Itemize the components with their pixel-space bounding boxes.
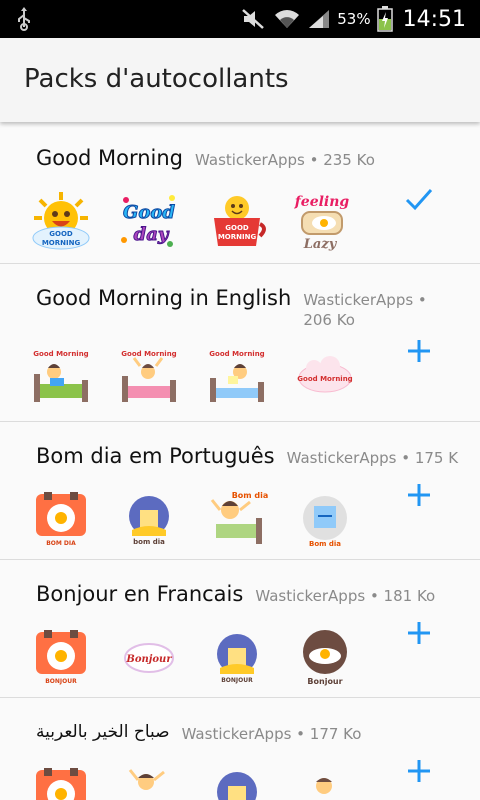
sticker-bom-dia-wake: Bom dia (206, 488, 268, 550)
svg-text:BOM DIA: BOM DIA (46, 540, 76, 547)
sticker-morning-stretch: Good Morning (118, 346, 180, 408)
sticker-bom-dia-breakfast: BOM DIA (30, 488, 92, 550)
svg-text:GOOD: GOOD (225, 224, 249, 232)
added-check-icon[interactable] (402, 182, 436, 216)
clock: 14:51 (402, 6, 466, 32)
sticker-arabic-cup (206, 764, 268, 800)
svg-text:Bom dia: Bom dia (232, 491, 268, 500)
sticker-sun-good-morning: GOOD MORNING (30, 190, 92, 252)
pack-name: Bom dia em Português (36, 444, 275, 468)
svg-text:MORNING: MORNING (218, 233, 257, 241)
svg-text:Lazy: Lazy (303, 237, 338, 252)
svg-text:Bom dia: Bom dia (309, 540, 341, 548)
sticker-text: GOOD (49, 230, 73, 238)
mute-icon (241, 8, 267, 30)
sticker-morning-read: Good Morning (206, 346, 268, 408)
sticker-pack-item[interactable]: Bonjour en Francais WastickerApps • 181 … (0, 560, 480, 698)
battery-percent: 53% (337, 10, 371, 28)
wifi-icon (273, 8, 301, 30)
add-icon[interactable] (402, 754, 436, 788)
add-icon[interactable] (402, 478, 436, 512)
svg-text:Good Morning: Good Morning (33, 350, 88, 358)
pack-meta: WastickerApps • 177 Ko (181, 725, 362, 743)
battery-icon (376, 6, 393, 32)
svg-text:day: day (134, 224, 170, 245)
pack-header: Bonjour en Francais WastickerApps • 181 … (36, 582, 460, 606)
sticker-good-day: Good day (118, 190, 180, 252)
pack-header: Bom dia em Português WastickerApps • 175… (36, 444, 460, 468)
sticker-preview-row: GOOD MORNING Good day GOOD MORNING feeli… (30, 190, 356, 252)
signal-icon (307, 8, 331, 30)
sticker-preview-row: Good Morning Good Morning Good Morning G… (30, 346, 356, 408)
sticker-preview-row (30, 764, 356, 800)
status-bar: 53% 14:51 (0, 0, 480, 38)
sticker-morning-cloud: Good Morning (294, 346, 356, 408)
pack-name: Good Morning in English (36, 286, 292, 310)
pack-meta: WastickerApps • 181 Ko (255, 587, 436, 605)
sticker-cup-good-morning: GOOD MORNING (206, 190, 268, 252)
sticker-morning-bed: Good Morning (30, 346, 92, 408)
sticker-text: MORNING (42, 239, 81, 247)
svg-text:feeling: feeling (294, 194, 349, 210)
sticker-arabic-wake (294, 764, 356, 800)
sticker-bonjour-text: Bonjour (118, 626, 180, 688)
svg-text:BONJOUR: BONJOUR (45, 678, 77, 685)
sticker-bom-dia-coffee: Bom dia (294, 488, 356, 550)
add-icon[interactable] (402, 616, 436, 650)
sticker-pack-item[interactable]: Bom dia em Português WastickerApps • 175… (0, 422, 480, 560)
sticker-bonjour-breakfast: BONJOUR (30, 626, 92, 688)
svg-text:BONJOUR: BONJOUR (221, 677, 253, 684)
app-bar: Packs d'autocollants (0, 38, 480, 122)
pack-header: Good Morning WastickerApps • 235 Ko (36, 146, 460, 170)
svg-text:Good Morning: Good Morning (121, 350, 176, 358)
sticker-bonjour-plate: Bonjour (294, 626, 356, 688)
svg-text:Good Morning: Good Morning (209, 350, 264, 358)
svg-text:Good Morning: Good Morning (297, 375, 352, 383)
svg-text:bom dia: bom dia (133, 538, 165, 546)
svg-text:Bonjour: Bonjour (125, 654, 172, 665)
sticker-preview-row: BONJOUR Bonjour BONJOUR Bonjour (30, 626, 356, 688)
sticker-pack-item[interactable]: صباح الخير بالعربية WastickerApps • 177 … (0, 698, 480, 800)
sticker-arabic-breakfast (30, 764, 92, 800)
pack-meta: WastickerApps • 206 Ko (303, 291, 427, 329)
pack-meta: WastickerApps • 235 Ko (195, 151, 375, 169)
pack-name: Bonjour en Francais (36, 582, 244, 606)
svg-text:Bonjour: Bonjour (307, 677, 342, 686)
pack-header: Good Morning in English WastickerApps • … (36, 286, 460, 330)
sticker-bonjour-cup: BONJOUR (206, 626, 268, 688)
sticker-feeling-lazy: feeling Lazy (294, 190, 356, 252)
sticker-bom-dia-cup: bom dia (118, 488, 180, 550)
pack-meta: WastickerApps • 175 K (286, 449, 459, 467)
sticker-pack-list[interactable]: Good Morning WastickerApps • 235 Ko GOOD… (0, 124, 480, 800)
sticker-pack-item[interactable]: Good Morning WastickerApps • 235 Ko GOOD… (0, 124, 480, 264)
svg-text:Good: Good (123, 202, 175, 223)
pack-name: Good Morning (36, 146, 183, 170)
add-icon[interactable] (402, 334, 436, 368)
sticker-preview-row: BOM DIA bom dia Bom dia Bom dia (30, 488, 356, 550)
pack-name: صباح الخير بالعربية (36, 722, 170, 742)
sticker-pack-item[interactable]: Good Morning in English WastickerApps • … (0, 264, 480, 422)
page-title: Packs d'autocollants (24, 64, 289, 94)
sticker-arabic-stretch (118, 764, 180, 800)
usb-icon (14, 7, 34, 31)
pack-header: صباح الخير بالعربية WastickerApps • 177 … (36, 720, 460, 744)
